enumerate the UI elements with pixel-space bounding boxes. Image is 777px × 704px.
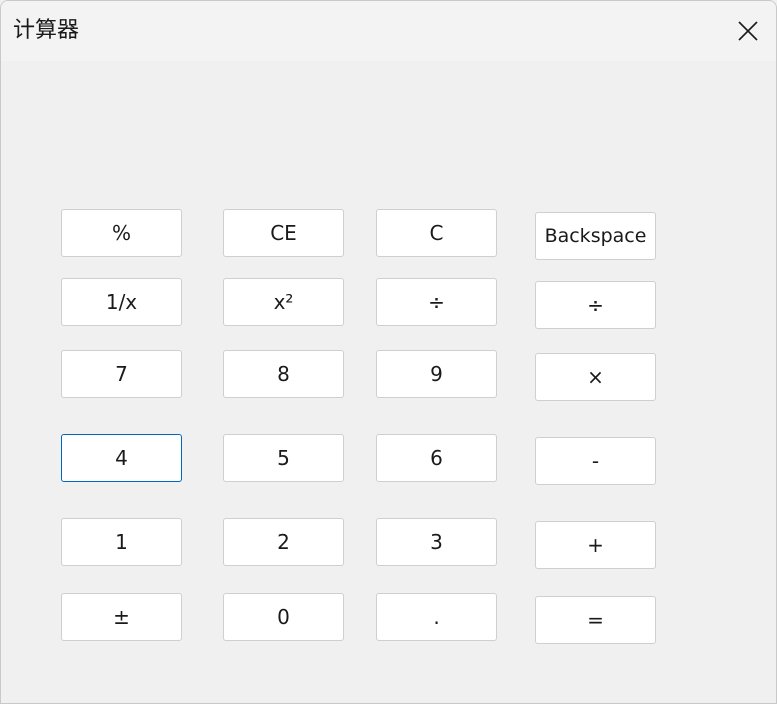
digit-5-button[interactable]: 5 <box>223 434 344 482</box>
digit-4-button[interactable]: 4 <box>61 434 182 482</box>
window-title: 计算器 <box>13 18 80 43</box>
decimal-button[interactable]: . <box>376 593 497 641</box>
divide-button[interactable]: ÷ <box>535 281 656 329</box>
close-icon <box>738 21 758 41</box>
digit-3-button[interactable]: 3 <box>376 518 497 566</box>
reciprocal-button[interactable]: 1/x <box>61 278 182 326</box>
keypad-area: % CE C Backspace 1/x x² ÷ ÷ 7 8 9 × 4 5 … <box>1 61 776 703</box>
backspace-button[interactable]: Backspace <box>535 212 656 260</box>
square-button[interactable]: x² <box>223 278 344 326</box>
divide-button-secondary[interactable]: ÷ <box>376 278 497 326</box>
digit-0-button[interactable]: 0 <box>223 593 344 641</box>
add-button[interactable]: + <box>535 521 656 569</box>
negate-button[interactable]: ± <box>61 593 182 641</box>
clear-button[interactable]: C <box>376 209 497 257</box>
digit-6-button[interactable]: 6 <box>376 434 497 482</box>
digit-9-button[interactable]: 9 <box>376 350 497 398</box>
subtract-button[interactable]: - <box>535 437 656 485</box>
digit-8-button[interactable]: 8 <box>223 350 344 398</box>
digit-2-button[interactable]: 2 <box>223 518 344 566</box>
clear-entry-button[interactable]: CE <box>223 209 344 257</box>
digit-1-button[interactable]: 1 <box>61 518 182 566</box>
percent-button[interactable]: % <box>61 209 182 257</box>
close-button[interactable] <box>728 11 768 51</box>
equals-button[interactable]: = <box>535 596 656 644</box>
digit-7-button[interactable]: 7 <box>61 350 182 398</box>
calculator-window: 计算器 % CE C Backspace 1/x x² ÷ ÷ 7 8 9 × … <box>0 0 777 704</box>
multiply-button[interactable]: × <box>535 353 656 401</box>
title-bar: 计算器 <box>1 1 776 61</box>
